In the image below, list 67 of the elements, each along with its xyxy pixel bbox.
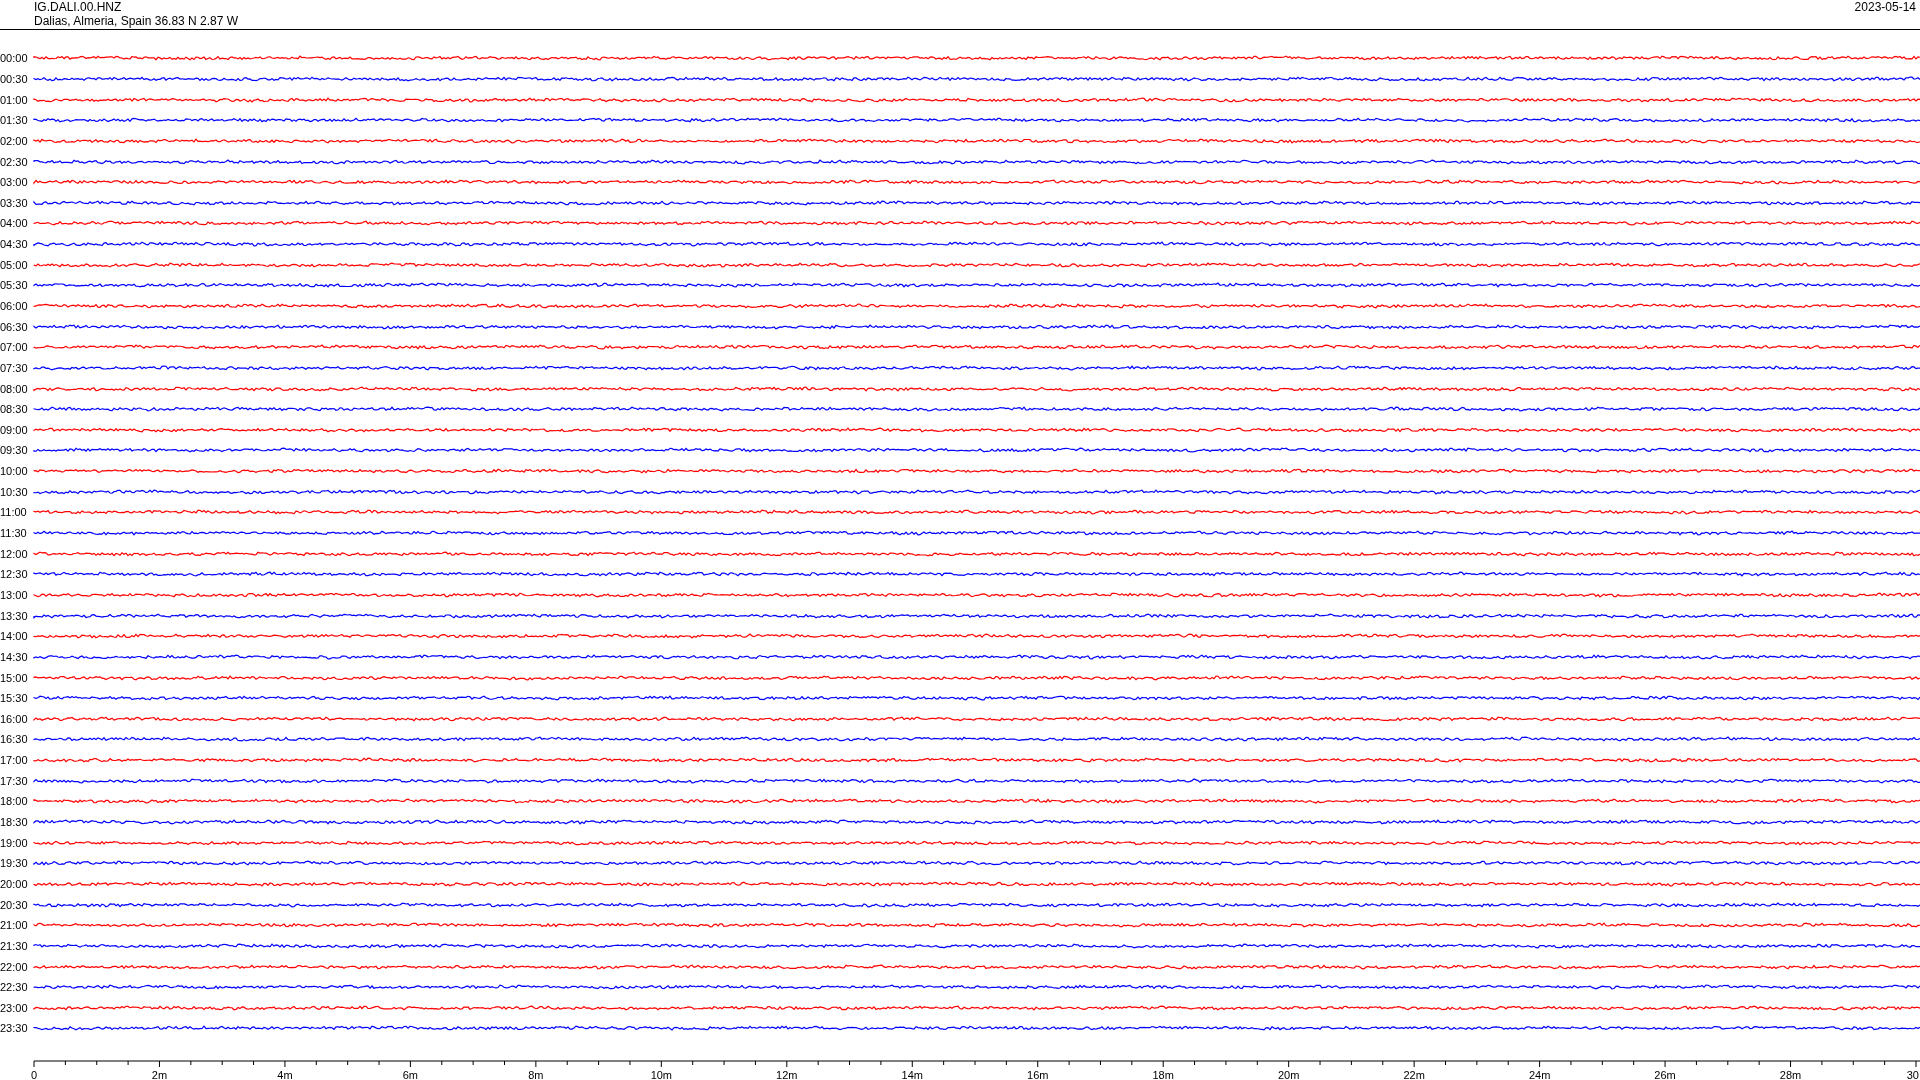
- row-time-label: 22:30: [0, 981, 29, 994]
- tick-label: 12m: [776, 1068, 798, 1080]
- row-time-label: 07:30: [0, 361, 29, 374]
- row-time-label: 17:00: [0, 754, 29, 767]
- row-time-label: 21:30: [0, 939, 29, 952]
- row-time-label: 06:00: [0, 300, 29, 312]
- row-time-label: 20:30: [0, 898, 29, 911]
- row-time-label: 22:00: [0, 960, 29, 973]
- row-time-label: 20:00: [0, 877, 29, 890]
- row-time-label: 13:00: [0, 588, 29, 601]
- row-time-label: 00:00: [0, 52, 29, 65]
- row-time-label: 03:00: [0, 176, 29, 189]
- tick-label: 28m: [1779, 1068, 1802, 1080]
- tick-label: 8m: [528, 1068, 544, 1080]
- row-time-label: 18:00: [0, 795, 29, 808]
- row-time-label: 11:00: [0, 506, 28, 519]
- row-time-label: 04:00: [0, 217, 29, 230]
- row-time-label: 08:00: [0, 382, 29, 395]
- row-time-label: 08:30: [0, 403, 29, 416]
- tick-label: 22m: [1403, 1068, 1425, 1080]
- row-time-label: 09:30: [0, 444, 29, 457]
- tick-label: 4m: [277, 1068, 293, 1080]
- row-time-label: 03:30: [0, 196, 29, 209]
- record-date: 2023-05-14: [1854, 0, 1916, 14]
- tick-label: 2m: [151, 1068, 168, 1080]
- row-time-label: 11:30: [0, 527, 28, 540]
- row-time-label: 07:00: [0, 341, 29, 354]
- row-time-label: 02:30: [0, 155, 29, 168]
- row-time-label: 05:00: [0, 258, 29, 271]
- row-time-label: 18:30: [0, 816, 29, 828]
- row-time-label: 01:00: [0, 93, 29, 106]
- row-time-label: 09:00: [0, 423, 29, 436]
- row-time-label: 23:30: [0, 1022, 29, 1035]
- row-time-label: 05:30: [0, 279, 29, 292]
- tick-label: 10m: [650, 1068, 673, 1080]
- row-time-label: 15:30: [0, 692, 29, 705]
- tick-label: 24m: [1528, 1068, 1551, 1080]
- tick-label: 18m: [1152, 1068, 1174, 1080]
- row-time-label: 04:30: [0, 238, 29, 251]
- row-time-label: 13:30: [0, 609, 29, 622]
- tick-label: 30: [1906, 1068, 1919, 1080]
- tick-label: 26m: [1654, 1068, 1676, 1080]
- row-time-label: 00:30: [0, 72, 29, 85]
- row-time-label: 16:00: [0, 712, 29, 725]
- row-time-label: 01:30: [0, 114, 29, 127]
- row-time-label: 15:00: [0, 671, 29, 684]
- row-time-label: 02:00: [0, 134, 29, 147]
- row-time-label: 21:00: [0, 919, 29, 932]
- row-time-label: 12:30: [0, 568, 29, 581]
- station-location: Dalias, Almeria, Spain 36.83 N 2.87 W: [34, 14, 239, 28]
- tick-label: 16m: [1027, 1068, 1049, 1080]
- row-time-label: 10:00: [0, 465, 29, 478]
- tick-label: 6m: [402, 1068, 419, 1080]
- row-time-label: 19:00: [0, 836, 29, 849]
- row-time-label: 10:30: [0, 485, 29, 498]
- tick-label: 20m: [1277, 1068, 1300, 1080]
- row-time-label: 17:30: [0, 774, 29, 787]
- row-time-label: 14:00: [0, 630, 29, 643]
- row-time-label: 19:30: [0, 857, 29, 870]
- tick-label: 14m: [901, 1068, 923, 1080]
- row-time-label: 23:00: [0, 1001, 29, 1014]
- tick-label: 0: [30, 1068, 38, 1080]
- row-time-label: 06:30: [0, 320, 29, 333]
- station-code: IG.DALI.00.HNZ: [34, 0, 123, 14]
- row-time-label: 12:00: [0, 547, 29, 560]
- row-time-label: 14:30: [0, 650, 29, 663]
- row-time-label: 16:30: [0, 733, 29, 746]
